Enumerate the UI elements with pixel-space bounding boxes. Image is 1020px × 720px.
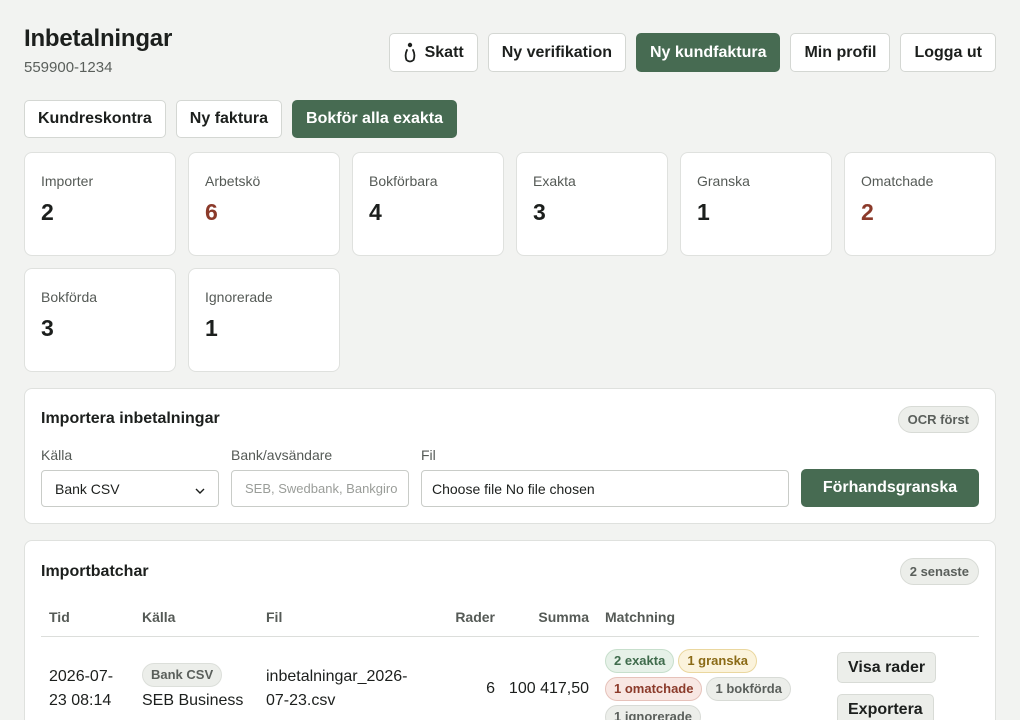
- batch-rows: 6: [486, 680, 495, 697]
- stat-value: 2: [861, 199, 874, 225]
- file-input-text: Choose file No file chosen: [432, 480, 595, 497]
- column-header-sum: Summa: [538, 609, 589, 625]
- bank-label: Bank/avsändare: [231, 447, 333, 463]
- source-select-value: Bank CSV: [55, 480, 120, 497]
- stats-grid: Importer 2 Arbetskö 6 Bokförbara 4 Exakt…: [24, 152, 996, 372]
- stat-card-review: Granska 1: [680, 152, 832, 256]
- file-name-line1: inbetalningar_2026-: [266, 668, 408, 685]
- sub-actions: Kundreskontra Ny faktura Bokför alla exa…: [24, 100, 457, 138]
- stat-value: 1: [205, 315, 218, 341]
- stat-value: 2: [41, 199, 54, 225]
- exact-badge: 2 exakta: [605, 649, 675, 673]
- stat-card-unmatched: Omatchade 2: [844, 152, 996, 256]
- ignored-badge: 1 ignorerade: [605, 705, 702, 720]
- batch-file: inbetalningar_2026- 07-23.csv: [266, 665, 407, 713]
- column-header-source: Källa: [142, 609, 176, 625]
- profile-button[interactable]: Min profil: [790, 33, 891, 72]
- show-rows-button[interactable]: Visa rader: [837, 652, 937, 683]
- page-title: Inbetalningar: [24, 25, 173, 52]
- batch-sum: 100 417,50: [508, 680, 589, 697]
- new-customer-invoice-button[interactable]: Ny kundfaktura: [636, 33, 781, 72]
- batch-date: 2026-07-: [49, 668, 114, 685]
- preview-button[interactable]: Förhandsgranska: [801, 469, 979, 507]
- import-panel: Importera inbetalningar OCR först Källa …: [24, 388, 996, 524]
- batch-clock: 23 08:14: [49, 692, 112, 709]
- batch-time: 2026-07- 23 08:14: [49, 665, 113, 713]
- file-input[interactable]: Choose file No file chosen: [421, 470, 789, 507]
- bank-input[interactable]: SEB, Swedbank, Bankgiro: [231, 470, 409, 507]
- stat-card-bookable: Bokförbara 4: [352, 152, 504, 256]
- table-header-divider: [41, 636, 979, 637]
- chevron-down-icon: [195, 481, 205, 497]
- column-header-file: Fil: [266, 609, 283, 625]
- page-header: Inbetalningar 559900-1234: [24, 24, 172, 76]
- batches-panel: Importbatchar 2 senaste Tid Källa Fil Ra…: [24, 540, 996, 720]
- bank-input-placeholder: SEB, Swedbank, Bankgiro: [245, 481, 398, 496]
- stat-value: 3: [533, 199, 546, 225]
- top-actions: Skatt Ny verifikation Ny kundfaktura Min…: [388, 33, 996, 72]
- ocr-first-badge: OCR först: [897, 406, 979, 433]
- batch-source: Bank CSV SEB Business: [142, 663, 243, 713]
- column-header-matching: Matchning: [605, 609, 675, 625]
- column-header-time: Tid: [49, 609, 70, 625]
- import-panel-title: Importera inbetalningar: [41, 410, 220, 427]
- file-name-line2: 07-23.csv: [266, 692, 336, 709]
- logout-button[interactable]: Logga ut: [900, 33, 996, 72]
- book-all-exact-button[interactable]: Bokför alla exakta: [292, 100, 457, 138]
- person-icon: [403, 42, 417, 64]
- page: Inbetalningar 559900-1234 Skatt Ny verif…: [0, 0, 1020, 720]
- booked-badge: 1 bokförda: [706, 677, 791, 701]
- review-badge: 1 granska: [678, 649, 758, 673]
- org-number: 559900-1234: [24, 59, 113, 76]
- new-invoice-button[interactable]: Ny faktura: [175, 100, 283, 138]
- file-label: Fil: [421, 447, 436, 463]
- stat-value: 4: [369, 199, 382, 225]
- stat-label: Exakta: [533, 173, 576, 189]
- stat-card-exact: Exakta 3: [516, 152, 668, 256]
- stat-card-booked: Bokförda 3: [24, 268, 176, 372]
- batches-panel-title: Importbatchar: [41, 563, 149, 580]
- stat-card-ignored: Ignorerade 1: [188, 268, 340, 372]
- stat-label: Importer: [41, 173, 94, 189]
- stat-value: 3: [41, 315, 54, 341]
- stat-value: 1: [697, 199, 710, 225]
- unmatched-badge: 1 omatchade: [605, 677, 703, 701]
- stat-label: Bokförda: [41, 289, 98, 305]
- source-label: Källa: [41, 447, 73, 463]
- tax-button-label: Skatt: [424, 43, 464, 61]
- stat-label: Arbetskö: [205, 173, 261, 189]
- source-select[interactable]: Bank CSV: [41, 470, 219, 507]
- stat-card-work-queue: Arbetskö 6: [188, 152, 340, 256]
- stat-value: 6: [205, 199, 218, 225]
- stat-label: Ignorerade: [205, 289, 273, 305]
- source-name: SEB Business: [142, 692, 244, 709]
- tax-button[interactable]: Skatt: [388, 33, 478, 72]
- export-button[interactable]: Exportera: [837, 694, 934, 720]
- source-type-badge: Bank CSV: [142, 663, 223, 687]
- column-header-rows: Rader: [455, 609, 495, 625]
- stat-label: Omatchade: [861, 173, 934, 189]
- new-verification-button[interactable]: Ny verifikation: [487, 33, 626, 72]
- latest-count-badge: 2 senaste: [899, 558, 979, 585]
- stat-card-imports: Importer 2: [24, 152, 176, 256]
- stat-label: Bokförbara: [369, 173, 438, 189]
- matching-tags: 2 exakta 1 granska 1 omatchade 1 bokförd…: [605, 649, 815, 720]
- stat-label: Granska: [697, 173, 750, 189]
- customer-ledger-button[interactable]: Kundreskontra: [24, 100, 166, 138]
